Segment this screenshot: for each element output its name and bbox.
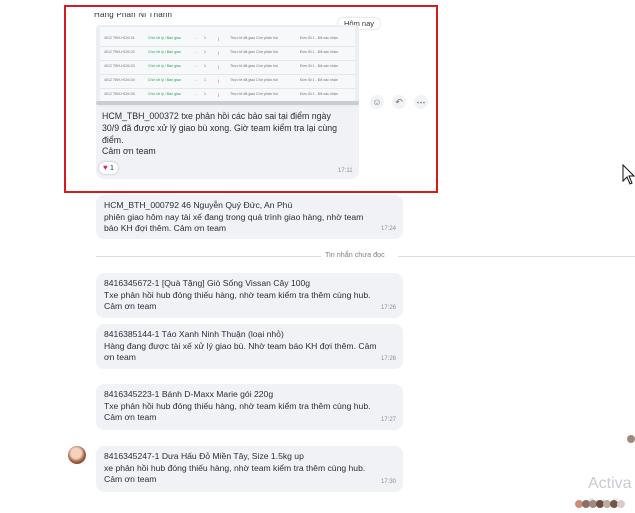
message-line: báo KH đợi thêm. Cảm ơn team <box>104 223 227 234</box>
screenshot-table-cell: 1 <box>204 78 206 82</box>
seen-avatar-small <box>627 435 635 443</box>
screenshot-table-cell: Chờ xử lý / Bàn giao <box>148 50 181 54</box>
message-line: 8416345672-1 [Quà Tặng] Giò Sống Vissan … <box>104 278 311 288</box>
screenshot-table-cell: 1 <box>204 92 206 96</box>
sender-avatar[interactable] <box>68 446 86 464</box>
message-line: 8416345247-1 Dưa Hấu Đỏ Miền Tây, Size 1… <box>104 451 304 461</box>
heart-icon: ♥ <box>103 163 108 172</box>
message-bubble[interactable]: HCM_BTH_000792 46 Nguyễn Quý Đức, An Phú… <box>96 195 403 239</box>
message-line: Cảm ơn team <box>104 412 157 423</box>
screenshot-table-cell: Thực tế đã giao <box>230 50 256 54</box>
message-line: xe phản hồi hub đóng thiếu hàng, nhờ tea… <box>104 462 366 473</box>
screenshot-table-cell: - <box>195 64 197 68</box>
screenshot-table-cell: - <box>195 92 197 96</box>
seen-avatars <box>575 495 635 508</box>
screenshot-table-cell: 1 <box>204 64 206 68</box>
screenshot-table-cell: - <box>195 36 197 40</box>
pinned-message-text: HCM_TBH_000372 txe phản hồi các bảo sai … <box>102 111 357 158</box>
screenshot-table-cell: 1 <box>204 50 206 54</box>
screenshot-table-cell: Đơn lỗi 1 - Đã xác nhận <box>300 64 338 68</box>
message-bubble[interactable]: 8416345223-1 Bánh D-Maxx Marie gói 220g … <box>96 384 403 430</box>
message-line: Txe phản hồi hub đóng thiếu hàng, nhờ te… <box>104 400 371 411</box>
message-line: HCM_BTH_000792 46 Nguyễn Quý Đức, An Phú <box>104 200 293 210</box>
reply-icon[interactable]: ↶ <box>392 95 406 109</box>
screenshot-table-row: 4012 TBH-HCM-02 Chờ xử lý / Bàn giao - 1 | Th… <box>100 47 355 61</box>
message-line: 8416385144-1 Táo Xanh Ninh Thuận (loại n… <box>104 329 284 339</box>
screenshot-table-cell: Thực tế đã giao <box>230 78 256 82</box>
screenshot-table-cell: Chờ phản hồi <box>256 36 278 40</box>
mouse-cursor-icon <box>622 164 635 185</box>
message-bubble[interactable]: 8416345247-1 Dưa Hấu Đỏ Miền Tây, Size 1… <box>96 446 403 492</box>
screenshot-table: 4012 TBH-HCM-01 Chờ xử lý / Bàn giao - 1 | Th… <box>100 27 355 103</box>
smile-icon[interactable]: ☺ <box>370 95 384 109</box>
screenshot-table-row: 4012 TBH-HCM-03 Chờ xử lý / Bàn giao - 1 | Th… <box>100 61 355 75</box>
message-time: 17:27 <box>380 417 396 424</box>
message-line: Txe phản hồi hub đóng thiếu hàng, nhờ te… <box>104 289 371 300</box>
screenshot-table-cell: | <box>218 92 220 97</box>
unread-divider-left <box>96 256 321 257</box>
message-time: 17:24 <box>380 226 396 233</box>
reaction-badge[interactable]: ♥ 1 <box>99 162 119 174</box>
screenshot-table-cell: Đơn lỗi 1 - Đã xác nhận <box>300 92 338 96</box>
screenshot-table-cell: Đơn lỗi 1 - Đã xác nhận <box>300 78 338 82</box>
screenshot-table-cell: Chờ xử lý / Bàn giao <box>148 36 181 40</box>
message-time: 17:26 <box>380 356 396 363</box>
message-bubble[interactable]: 8416385144-1 Táo Xanh Ninh Thuận (loại n… <box>96 324 403 369</box>
screenshot-table-cell: 4012 TBH-HCM-01 <box>104 36 135 40</box>
screenshot-table-cell: Chờ xử lý / Bàn giao <box>148 64 181 68</box>
message-time: 17:26 <box>380 305 396 312</box>
screenshot-table-cell: 4012 TBH-HCM-02 <box>104 50 135 54</box>
screenshot-table-cell: | <box>218 78 220 83</box>
screenshot-table-cell: 1 <box>204 36 206 40</box>
screenshot-table-cell: Đơn lỗi 1 - Đã xác nhận <box>300 50 338 54</box>
reaction-count: 1 <box>109 163 115 172</box>
message-time: 17:30 <box>380 479 396 486</box>
screenshot-table-cell: 4012 TBH-HCM-05 <box>104 92 135 96</box>
screenshot-table-cell: 4012 TBH-HCM-03 <box>104 64 135 68</box>
more-icon[interactable]: ⋯ <box>414 95 428 109</box>
screenshot-table-cell: | <box>218 64 220 69</box>
message-line: ơn team <box>104 352 136 363</box>
screenshot-table-cell: Thực tế đã giao <box>230 92 256 96</box>
message-bubble[interactable]: 8416345672-1 [Quà Tặng] Giò Sống Vissan … <box>96 273 403 318</box>
pinned-message-time: 17:11 <box>338 168 353 174</box>
screenshot-table-cell: Chờ phản hồi <box>256 78 278 82</box>
image-scrollbar[interactable] <box>96 101 359 105</box>
screenshot-table-cell: Thực tế đã giao <box>230 64 256 68</box>
screenshot-table-cell: | <box>218 36 220 41</box>
screenshot-table-cell: 4012 TBH-HCM-04 <box>104 78 135 82</box>
screenshot-table-cell: | <box>218 50 220 55</box>
message-line: Hàng đang được tài xế xử lý giao bù. Nhờ… <box>104 340 377 351</box>
screenshot-table-row: 4012 TBH-HCM-04 Chờ xử lý / Bàn giao - 1 | Th… <box>100 75 355 89</box>
screenshot-table-cell: Chờ phản hồi <box>256 92 278 96</box>
pinned-line: điểm. <box>102 134 124 145</box>
message-line: Cảm ơn team <box>104 301 157 312</box>
screenshot-table-cell: Chờ xử lý / Bàn giao <box>148 92 181 96</box>
unread-divider-right <box>398 256 635 257</box>
screenshot-table-cell: Thực tế đã giao <box>230 36 256 40</box>
screenshot-table-cell: - <box>195 78 197 82</box>
message-line: phiên giao hôm nay tài xế đang trong quá… <box>104 211 364 222</box>
activation-watermark: Activa <box>588 475 632 492</box>
screenshot-table-cell: Chờ phản hồi <box>256 50 278 54</box>
message-line: Cảm ơn team <box>104 474 157 485</box>
screenshot-table-cell: Chờ xử lý / Bàn giao <box>148 78 181 82</box>
pinned-line: 30/9 đã được xử lý giao bù xong. Giờ tea… <box>102 122 338 133</box>
screenshot-table-cell: Đơn lỗi 1 - Đã xác nhận <box>300 36 338 40</box>
screenshot-table-cell: Chờ phản hồi <box>256 64 278 68</box>
pinned-line: Cảm ơn team <box>102 146 156 157</box>
screenshot-table-cell: - <box>195 50 197 54</box>
attached-screenshot-image[interactable]: 4012 TBH-HCM-01 Chờ xử lý / Bàn giao - 1 | Th… <box>96 25 359 107</box>
message-line: 8416345223-1 Bánh D-Maxx Marie gói 220g <box>104 389 274 399</box>
screenshot-table-row: 4012 TBH-HCM-01 Chờ xử lý / Bàn giao - 1 | Th… <box>100 33 355 47</box>
pinned-line: HCM_TBH_000372 txe phản hồi các bảo sai … <box>102 111 331 121</box>
unread-divider-label: Tin nhắn chưa đọc <box>321 250 389 259</box>
